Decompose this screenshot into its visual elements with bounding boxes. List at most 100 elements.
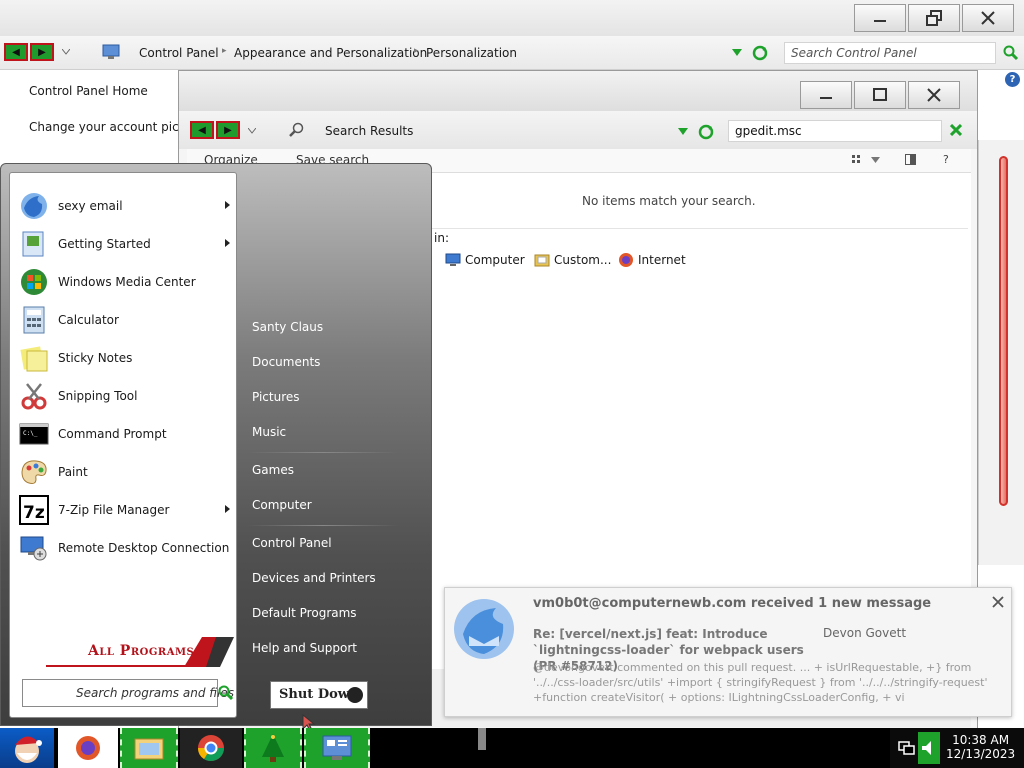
start-search-input[interactable]: Search programs and files (22, 679, 234, 707)
address-dropdown-icon[interactable] (732, 49, 742, 56)
santa-start-icon (15, 736, 42, 763)
refresh-icon[interactable] (752, 45, 768, 61)
network-icon[interactable] (898, 738, 916, 756)
start-right-default-programs[interactable]: Default Programs (252, 606, 357, 620)
taskbar-explorer[interactable] (120, 728, 178, 768)
search-icon[interactable] (218, 685, 234, 701)
program-item-remote-desktop-connection[interactable]: Remote Desktop Connection (18, 531, 234, 565)
firefox-icon (619, 253, 633, 267)
clear-search-icon[interactable] (950, 124, 962, 136)
breadcrumb-separator[interactable]: ▸ (222, 46, 227, 56)
refresh-icon[interactable] (698, 124, 714, 140)
start-right-pictures[interactable]: Pictures (252, 390, 300, 404)
thunderbird-icon (18, 190, 50, 222)
close-icon (981, 11, 995, 25)
notification-author: Devon Govett (823, 626, 907, 640)
recent-pages-icon[interactable] (248, 128, 256, 134)
program-item-label: Command Prompt (58, 427, 167, 441)
back-button[interactable]: ◀ (190, 121, 214, 139)
breadcrumb-control-panel[interactable]: Control Panel (139, 46, 219, 60)
taskbar-chrome[interactable] (180, 728, 242, 768)
all-programs-button[interactable]: All Programs (16, 635, 234, 669)
taskbar-christmas-app[interactable] (244, 728, 302, 768)
program-item-snipping-tool[interactable]: Snipping Tool (18, 379, 234, 413)
scrollbar-thumb[interactable] (999, 156, 1008, 506)
christmas-tree-icon (262, 734, 284, 762)
close-button[interactable] (962, 4, 1014, 32)
close-button[interactable] (908, 81, 960, 109)
forward-button[interactable]: ▶ (30, 43, 54, 61)
maximize-button[interactable] (854, 81, 906, 109)
program-item-getting-started[interactable]: Getting Started (18, 227, 234, 261)
search-again-custom[interactable]: Custom... (534, 252, 611, 268)
control-panel-titlebar (0, 0, 1024, 36)
start-right-music[interactable]: Music (252, 425, 286, 439)
submenu-arrow-icon[interactable] (225, 201, 230, 209)
mail-notification[interactable]: vm0b0t@computernewb.com received 1 new m… (444, 587, 1012, 717)
search-again-internet-label: Internet (638, 253, 686, 267)
program-item-label: Snipping Tool (58, 389, 138, 403)
program-item-sticky-notes[interactable]: Sticky Notes (18, 341, 234, 375)
control-panel-search-input[interactable]: Search Control Panel (784, 42, 996, 64)
shutdown-options-icon[interactable] (347, 687, 363, 703)
program-item-command-prompt[interactable]: C:\_ Command Prompt (18, 417, 234, 451)
program-item-paint[interactable]: Paint (18, 455, 234, 489)
start-menu: sexy email Getting Started Windows Media C… (0, 163, 432, 726)
program-item-label: sexy email (58, 199, 123, 213)
address-dropdown-icon[interactable] (678, 128, 688, 135)
forward-button[interactable]: ▶ (216, 121, 240, 139)
notification-body: @devongovett commented on this pull requ… (533, 661, 988, 704)
start-right-computer[interactable]: Computer (252, 498, 312, 512)
taskbar-clock[interactable]: 10:38 AM 12/13/2023 (946, 733, 1015, 761)
clock-time: 10:38 AM (952, 733, 1010, 747)
program-item-calculator[interactable]: Calculator (18, 303, 234, 337)
help-icon[interactable]: ? (1005, 72, 1020, 87)
recent-pages-icon[interactable] (62, 49, 70, 55)
taskbar-control-panel[interactable] (304, 728, 370, 768)
start-right-games[interactable]: Games (252, 463, 294, 477)
start-right-devices-printers[interactable]: Devices and Printers (252, 571, 376, 585)
shutdown-button[interactable]: Shut Down (270, 681, 368, 709)
submenu-arrow-icon[interactable] (225, 239, 230, 247)
back-button[interactable]: ◀ (4, 43, 28, 61)
program-item-windows-media-center[interactable]: Windows Media Center (18, 265, 234, 299)
start-right-documents[interactable]: Documents (252, 355, 320, 369)
program-item-sexy-email[interactable]: sexy email (18, 189, 234, 223)
change-account-picture-link[interactable]: Change your account pictur (29, 120, 196, 134)
restore-button[interactable] (908, 4, 960, 32)
search-again-label: in: (434, 231, 449, 245)
help-icon[interactable]: ? (943, 153, 949, 166)
search-again-computer[interactable]: Computer (445, 252, 525, 268)
svg-text:7z: 7z (23, 503, 45, 523)
taskbar-divider (478, 728, 486, 750)
address-location[interactable]: Search Results (325, 124, 413, 138)
start-right-separator (248, 452, 398, 453)
start-right-help-support[interactable]: Help and Support (252, 641, 357, 655)
paint-icon (18, 456, 50, 488)
volume-button[interactable] (918, 732, 940, 764)
search-icon[interactable] (1003, 45, 1019, 61)
minimize-button[interactable] (854, 4, 906, 32)
start-right-user[interactable]: Santy Claus (252, 320, 323, 334)
firefox-icon (76, 736, 100, 760)
submenu-arrow-icon[interactable] (225, 505, 230, 513)
breadcrumb-appearance[interactable]: Appearance and Personalization (234, 46, 427, 60)
remote-desktop-icon (18, 532, 50, 564)
start-right-separator (248, 525, 398, 526)
breadcrumb-personalization[interactable]: Personalization (426, 46, 517, 60)
view-dropdown-icon[interactable] (871, 157, 880, 163)
breadcrumb-separator[interactable]: ▸ (414, 46, 419, 56)
search-query-input[interactable]: gpedit.msc (728, 120, 942, 142)
preview-pane-icon[interactable] (905, 154, 916, 165)
search-again-custom-label: Custom... (554, 253, 612, 267)
program-item-7-zip-file-manager[interactable]: 7z 7-Zip File Manager (18, 493, 234, 527)
view-options-icon[interactable] (852, 155, 862, 165)
start-right-control-panel[interactable]: Control Panel (252, 536, 332, 550)
close-icon[interactable] (992, 596, 1004, 608)
notification-title: vm0b0t@computernewb.com received 1 new m… (533, 596, 932, 611)
minimize-button[interactable] (800, 81, 852, 109)
start-button[interactable] (0, 728, 54, 768)
taskbar-firefox[interactable] (58, 728, 118, 768)
search-again-internet[interactable]: Internet (618, 252, 686, 268)
control-panel-home-link[interactable]: Control Panel Home (29, 84, 148, 98)
